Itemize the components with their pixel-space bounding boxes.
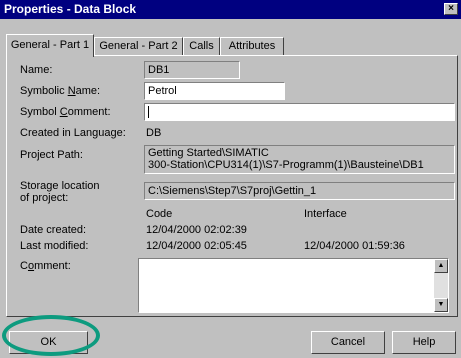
help-label: Help [412,336,436,348]
created-language-label: Created in Language: [20,127,126,139]
tab-general-part-2[interactable]: General - Part 2 [94,37,183,56]
storage-label-line-2: of project: [20,192,69,204]
tab-label: General - Part 1 [10,39,90,51]
comment-label: Comment: [20,260,71,272]
tab-label: Calls [189,40,214,52]
symbol-comment-label: Symbol Comment: [20,106,111,118]
dialog-title: Properties - Data Block [4,2,137,16]
ok-highlight-ring [2,315,100,356]
text-caret [148,106,149,119]
comment-textarea[interactable]: ▲ ▼ [138,258,449,313]
last-modified-interface: 12/04/2000 01:59:36 [304,240,405,252]
storage-label-line-1: Storage location [20,180,100,192]
scroll-down-icon[interactable]: ▼ [434,298,448,312]
symbolic-name-input[interactable]: Petrol [144,82,285,100]
name-value: DB1 [148,64,170,76]
symbolic-name-value: Petrol [148,85,177,97]
project-path-line-1: Getting Started\SIMATIC [148,147,269,159]
name-field: DB1 [144,61,240,79]
tab-attributes[interactable]: Attributes [220,37,284,56]
symbol-comment-input[interactable] [144,103,455,121]
date-created-label: Date created: [20,224,87,236]
project-path-line-2: 300-Station\CPU314(1)\S7-Programm(1)\Bau… [148,159,424,171]
close-button[interactable]: × [444,3,458,15]
interface-column-header: Interface [304,208,347,220]
last-modified-label: Last modified: [20,240,89,252]
close-icon: × [448,3,454,14]
scroll-up-icon[interactable]: ▲ [434,259,448,273]
last-modified-code: 12/04/2000 02:05:45 [146,240,247,252]
cancel-label: Cancel [330,336,366,348]
cancel-button[interactable]: Cancel [311,331,385,354]
properties-dialog: Properties - Data Block × General - Part… [0,0,461,358]
project-path-field: Getting Started\SIMATIC 300-Station\CPU3… [144,145,455,174]
comment-scrollbar[interactable]: ▲ ▼ [434,259,448,312]
project-path-label: Project Path: [20,149,83,161]
storage-location-value: C:\Siemens\Step7\S7proj\Gettin_1 [148,185,317,197]
name-label: Name: [20,64,53,76]
help-button[interactable]: Help [392,331,456,354]
tab-label: Attributes [228,40,276,52]
date-created-code: 12/04/2000 02:02:39 [146,224,247,236]
title-bar: Properties - Data Block × [0,0,461,19]
storage-location-field: C:\Siemens\Step7\S7proj\Gettin_1 [144,182,455,200]
code-column-header: Code [146,208,173,220]
tab-calls[interactable]: Calls [183,37,220,56]
tab-panel: Name: DB1 Symbolic Name: Petrol Symbol C… [6,55,458,317]
tab-label: General - Part 2 [99,40,178,52]
tab-general-part-1[interactable]: General - Part 1 [6,34,94,57]
created-language-value: DB [146,127,162,139]
symbolic-name-label: Symbolic Name: [20,85,101,97]
